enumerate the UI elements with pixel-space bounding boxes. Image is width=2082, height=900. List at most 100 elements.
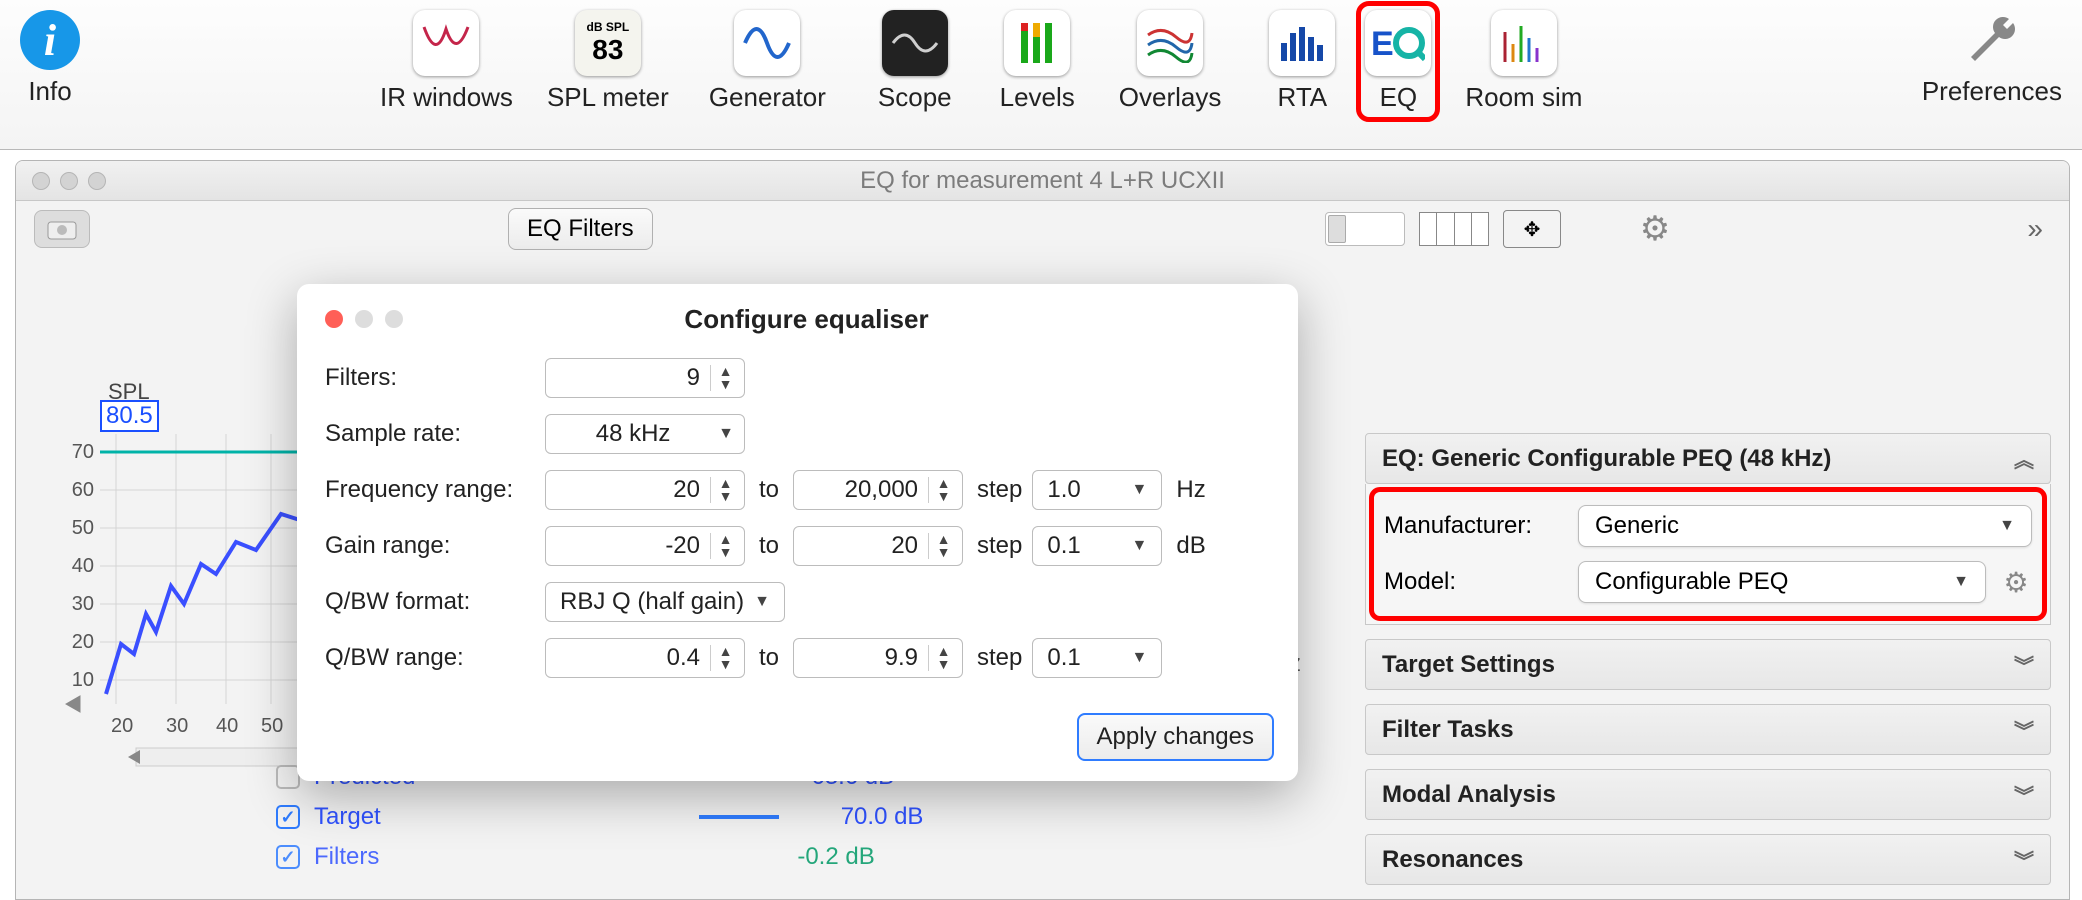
panel-filter-tasks-header[interactable]: Filter Tasks ︾	[1365, 704, 2051, 755]
toolbar-eq[interactable]: E EQ	[1361, 6, 1435, 117]
stepper-icon[interactable]: ▲▼	[928, 477, 952, 502]
panel-target-title: Target Settings	[1382, 651, 1555, 679]
settings-gear-icon[interactable]: ⚙	[1639, 213, 1671, 245]
model-row: Model: Configurable PEQ ▼ ⚙	[1384, 554, 2032, 610]
qbw-min-value: 0.4	[667, 644, 700, 672]
qbw-max-value: 9.9	[885, 644, 918, 672]
toolbar-spl-meter[interactable]: dB SPL 83 SPL meter	[547, 10, 669, 113]
toolbar-scope[interactable]: Scope	[878, 10, 952, 113]
legend-checkbox-filters[interactable]: ✓	[276, 845, 300, 869]
stepper-icon[interactable]: ▲▼	[928, 533, 952, 558]
freq-max-input[interactable]: 20,000 ▲▼	[793, 470, 963, 510]
freq-unit: Hz	[1176, 476, 1205, 504]
toolbar-prefs-label: Preferences	[1922, 76, 2062, 107]
qbw-max-input[interactable]: 9.9 ▲▼	[793, 638, 963, 678]
panel-resonances-header[interactable]: Resonances ︾	[1365, 834, 2051, 885]
stepper-icon[interactable]: ▲▼	[710, 645, 734, 670]
filters-input[interactable]: 9 ▲▼	[545, 358, 745, 398]
toolbar-levels-label: Levels	[1000, 82, 1075, 113]
legend-row-filters: ✓ Filters -0.2 dB	[276, 843, 923, 871]
freq-min-input[interactable]: 20 ▲▼	[545, 470, 745, 510]
legend-value-filters: -0.2 dB	[797, 843, 874, 871]
qbw-step-select[interactable]: 0.1 ▼	[1032, 638, 1162, 678]
spl-chart: SPL 80.5 70 60 50 40 30 20 10	[56, 414, 306, 794]
dialog-maximize-icon[interactable]	[385, 310, 403, 328]
spl-value-text: 83	[592, 34, 623, 66]
chevron-down-icon: ▼	[718, 425, 734, 443]
svg-text:40: 40	[216, 715, 238, 737]
expand-right-icon[interactable]: »	[2019, 213, 2051, 245]
chevron-down-icon: ▼	[1132, 649, 1148, 667]
gain-min-input[interactable]: -20 ▲▼	[545, 526, 745, 566]
eq-filters-button[interactable]: EQ Filters	[508, 208, 653, 250]
legend-checkbox-target[interactable]: ✓	[276, 805, 300, 829]
chevron-down-icon: ▼	[754, 593, 770, 611]
dialog-close-icon[interactable]	[325, 310, 343, 328]
toolbar-preferences[interactable]: Preferences	[1922, 10, 2062, 107]
model-select[interactable]: Configurable PEQ ▼	[1578, 561, 1986, 603]
dialog-title: Configure equaliser	[403, 304, 1210, 335]
gain-max-input[interactable]: 20 ▲▼	[793, 526, 963, 566]
freq-step-value: 1.0	[1047, 476, 1080, 504]
toolbar-overlays-label: Overlays	[1119, 82, 1222, 113]
manufacturer-value: Generic	[1595, 512, 1679, 540]
panel-filter-tasks-title: Filter Tasks	[1382, 716, 1514, 744]
qbw-min-input[interactable]: 0.4 ▲▼	[545, 638, 745, 678]
legend-swatch-target	[699, 815, 779, 819]
dialog-minimize-icon[interactable]	[355, 310, 373, 328]
qbw-format-value: RBJ Q (half gain)	[560, 588, 744, 616]
toolbar-generator[interactable]: Generator	[709, 10, 826, 113]
rta-icon	[1269, 10, 1335, 76]
toolbar-room-sim[interactable]: Room sim	[1465, 10, 1582, 113]
eq-controls-row: EQ Filters ✥ ⚙ »	[16, 201, 2069, 257]
toolbar-ir-windows[interactable]: IR windows	[380, 10, 513, 113]
stepper-icon[interactable]: ▲▼	[710, 477, 734, 502]
qbw-format-select[interactable]: RBJ Q (half gain) ▼	[545, 582, 785, 622]
panel-target-header[interactable]: Target Settings ︾	[1365, 639, 2051, 690]
main-toolbar: i Info IR windows dB SPL 83 SPL meter Ge…	[0, 0, 2082, 150]
freq-step-select[interactable]: 1.0 ▼	[1032, 470, 1162, 510]
chevron-down-icon: ︾	[2014, 780, 2034, 809]
gain-range-label: Gain range:	[325, 532, 545, 560]
filters-label: Filters:	[325, 364, 545, 392]
toolbar-overlays[interactable]: Overlays	[1119, 10, 1222, 113]
sample-rate-label: Sample rate:	[325, 420, 545, 448]
room-sim-icon	[1491, 10, 1557, 76]
to-label: to	[759, 476, 779, 504]
model-settings-gear-icon[interactable]: ⚙	[2000, 566, 2032, 598]
panel-modal-header[interactable]: Modal Analysis ︾	[1365, 769, 2051, 820]
wrench-icon	[1962, 10, 2022, 70]
svg-text:50: 50	[72, 517, 94, 539]
toolbar-info[interactable]: i Info	[20, 10, 80, 107]
step-label: step	[977, 644, 1022, 672]
chevron-down-icon: ︾	[2014, 845, 2034, 874]
sample-rate-select[interactable]: 48 kHz ▼	[545, 414, 745, 454]
chart-marker-value: 80.5	[100, 400, 159, 432]
svg-text:40: 40	[72, 555, 94, 577]
panel-eq-header[interactable]: EQ: Generic Configurable PEQ (48 kHz) ︽	[1365, 433, 2051, 484]
expand-arrows-icon[interactable]: ✥	[1503, 210, 1561, 248]
svg-text:70: 70	[72, 441, 94, 463]
stepper-icon[interactable]: ▲▼	[928, 645, 952, 670]
toolbar-gen-label: Generator	[709, 82, 826, 113]
apply-changes-button[interactable]: Apply changes	[1077, 713, 1274, 761]
right-panels: EQ: Generic Configurable PEQ (48 kHz) ︽ …	[1365, 433, 2051, 885]
to-label: to	[759, 644, 779, 672]
toolbar-levels[interactable]: Levels	[1000, 10, 1075, 113]
manufacturer-select[interactable]: Generic ▼	[1578, 505, 2032, 547]
toolbar-rta-label: RTA	[1278, 82, 1328, 113]
layout-columns-icon[interactable]	[1419, 212, 1489, 246]
layout-slider[interactable]	[1325, 212, 1405, 246]
toolbar-rta[interactable]: RTA	[1269, 10, 1335, 113]
gain-max-value: 20	[891, 532, 918, 560]
svg-text:20: 20	[72, 631, 94, 653]
overlays-icon	[1137, 10, 1203, 76]
stepper-icon[interactable]: ▲▼	[710, 365, 734, 390]
spl-unit-text: dB SPL	[587, 20, 630, 34]
window-titlebar: EQ for measurement 4 L+R UCXII	[16, 161, 2069, 201]
gain-step-select[interactable]: 0.1 ▼	[1032, 526, 1162, 566]
stepper-icon[interactable]: ▲▼	[710, 533, 734, 558]
camera-icon[interactable]	[34, 210, 90, 248]
ir-windows-icon	[413, 10, 479, 76]
legend-label-target: Target	[314, 803, 381, 831]
